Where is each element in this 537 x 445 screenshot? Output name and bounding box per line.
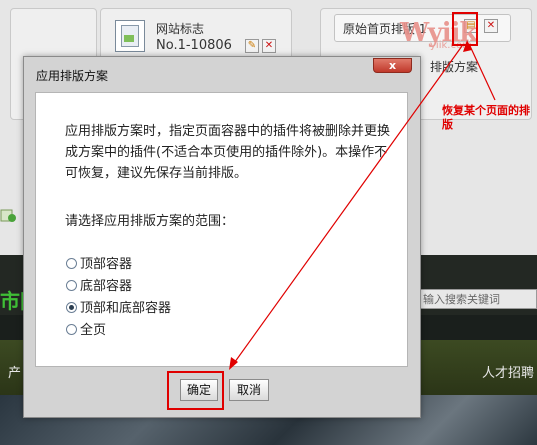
arrow-icon (229, 40, 496, 370)
annotation-note: 恢复某个页面的排版 (442, 104, 530, 131)
